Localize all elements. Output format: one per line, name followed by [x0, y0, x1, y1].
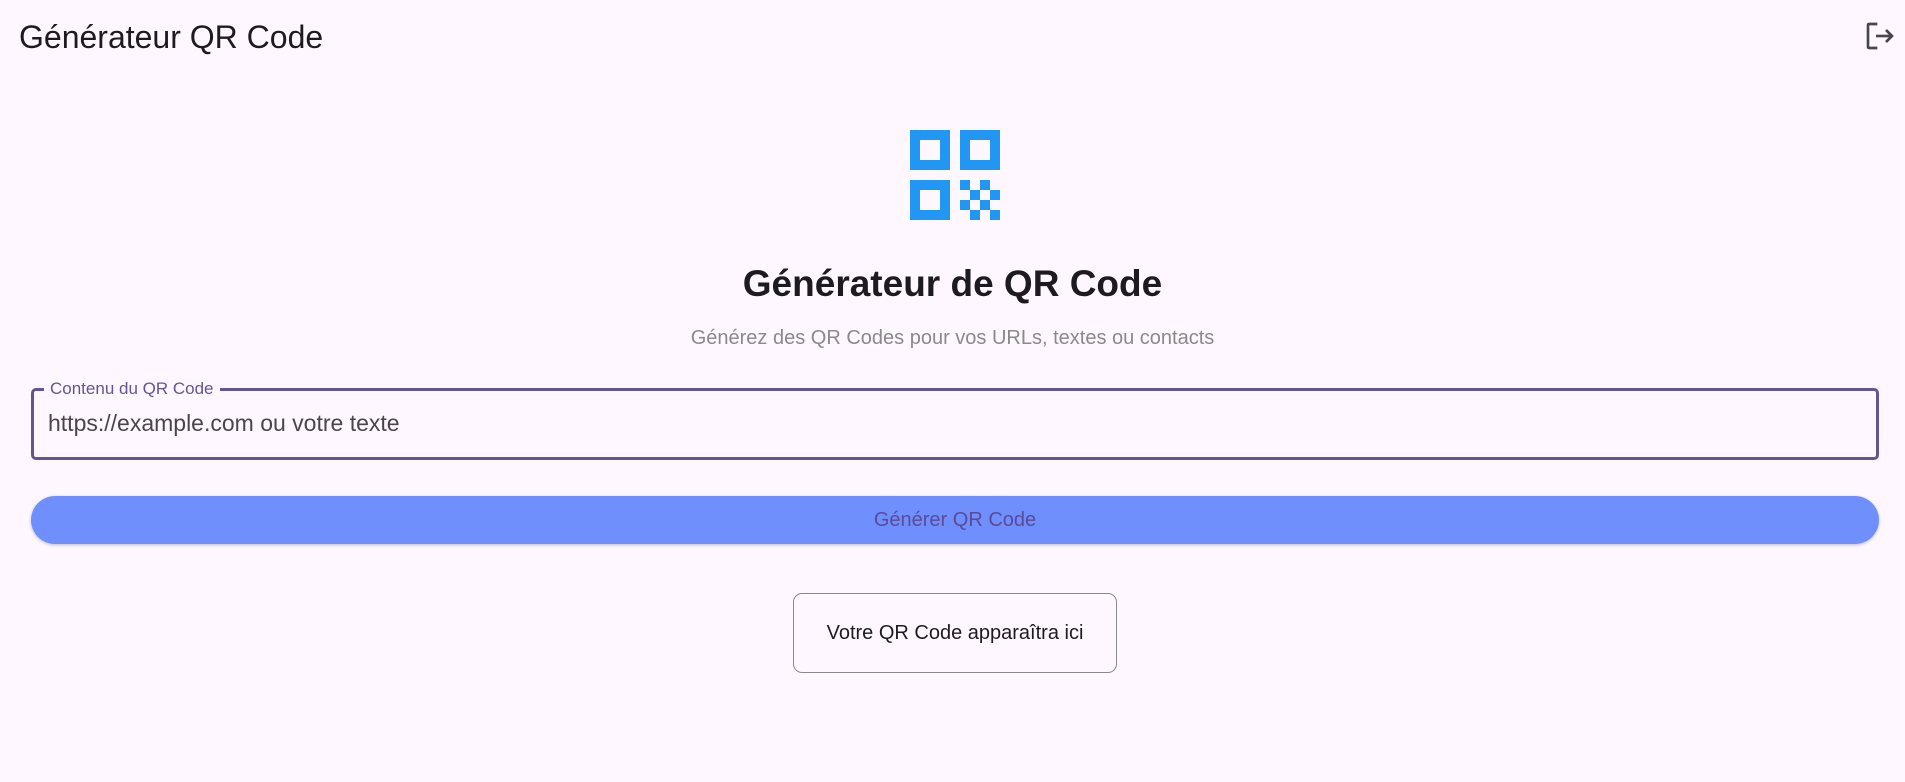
qr-result-placeholder: Votre QR Code apparaîtra ici	[793, 593, 1117, 673]
page-heading: Générateur de QR Code	[742, 263, 1163, 304]
qr-content-label: Contenu du QR Code	[44, 379, 220, 399]
generate-qr-button-label: Générer QR Code	[873, 508, 1037, 531]
app-bar: Générateur QR Code	[0, 0, 1905, 74]
app-title: Générateur QR Code	[19, 19, 324, 55]
qr-content-input[interactable]	[48, 403, 1848, 443]
logout-button[interactable]	[1862, 18, 1898, 54]
qr-result-placeholder-text: Votre QR Code apparaîtra ici	[826, 621, 1084, 644]
qr-content-field[interactable]: Contenu du QR Code	[31, 379, 1879, 460]
page-subheading: Générez des QR Codes pour vos URLs, text…	[690, 327, 1215, 349]
qr-code-icon	[910, 130, 1000, 220]
logout-icon	[1866, 22, 1894, 50]
generate-qr-button[interactable]: Générer QR Code	[31, 496, 1879, 544]
app-root: Générateur QR Code Générateur de QR Code…	[0, 0, 1905, 782]
